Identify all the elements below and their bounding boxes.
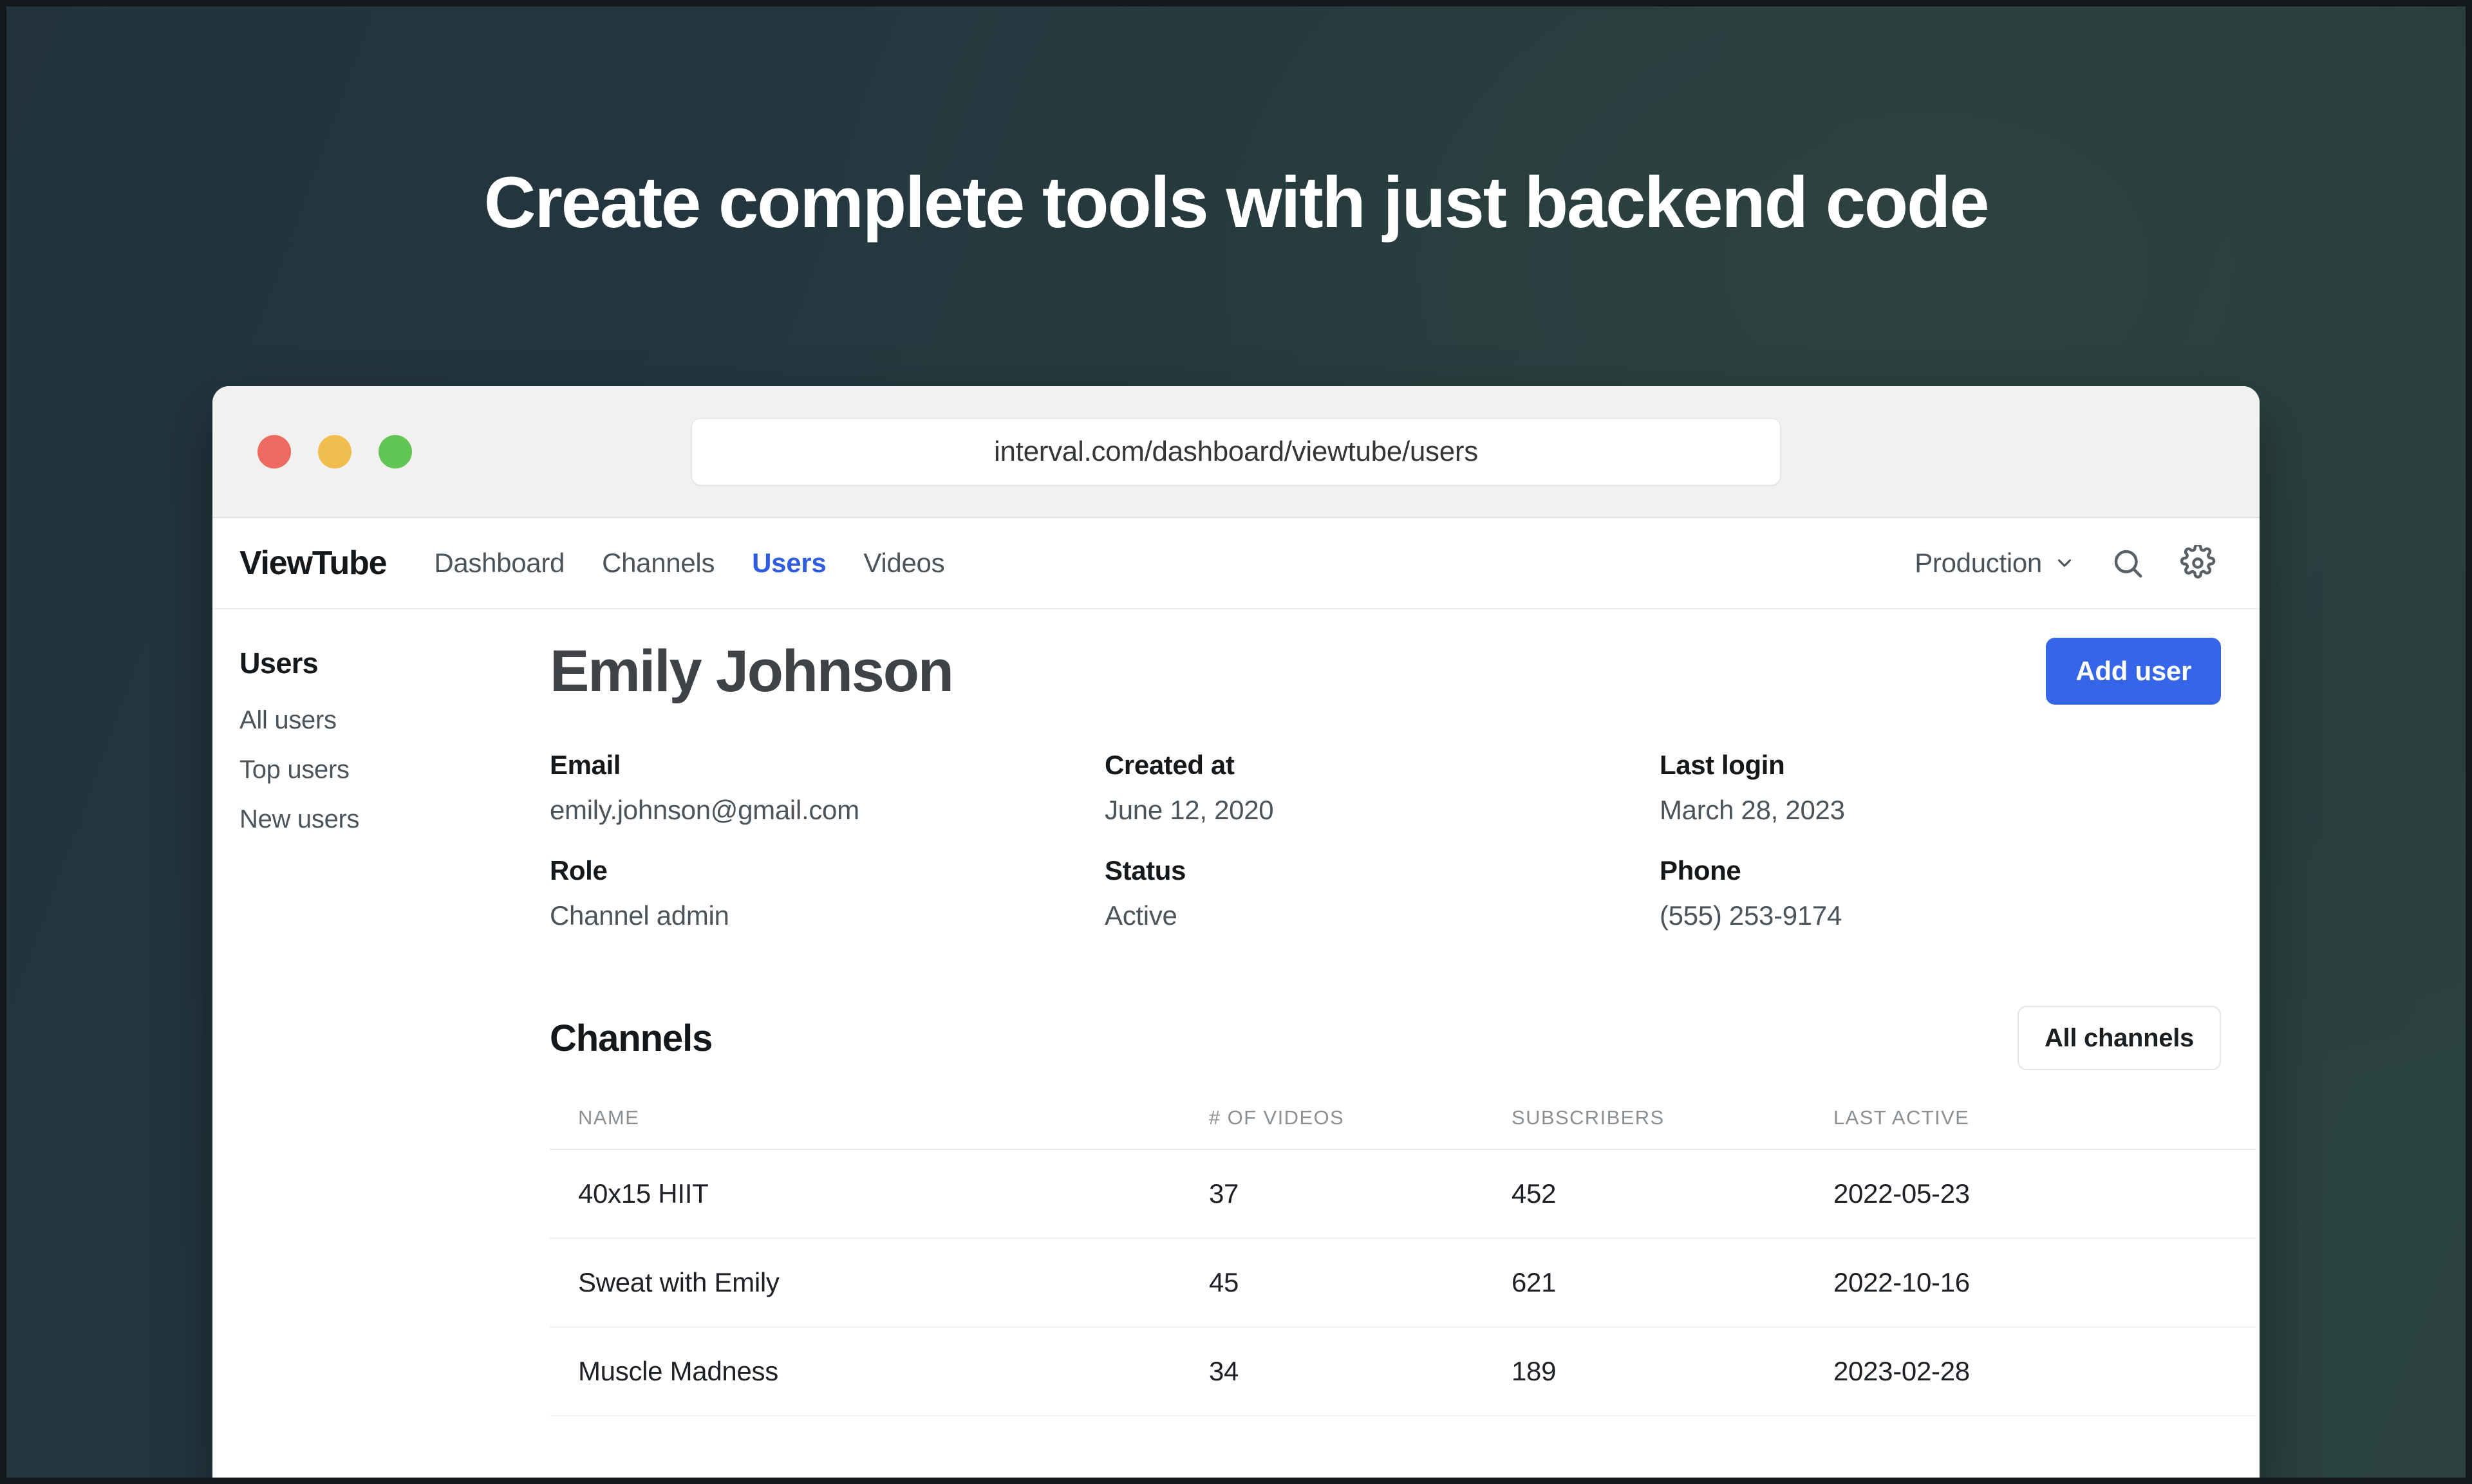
column-header-videos[interactable]: # OF VIDEOS [1181,1106,1483,1150]
maximize-window-button[interactable] [379,434,412,468]
user-detail-grid: Email emily.johnson@gmail.com Created at… [550,750,2221,931]
gear-icon[interactable] [2180,545,2216,581]
field-label-status: Status [1105,855,1186,886]
address-bar[interactable]: interval.com/dashboard/viewtube/users [691,418,1781,485]
cell-videos: 37 [1181,1149,1483,1239]
cell-last-active: 2023-02-28 [1805,1327,2256,1416]
cell-name: 40x15 HIIT [550,1149,1181,1239]
field-value-last-login: March 28, 2023 [1660,795,1845,825]
field-status: Status Active [1105,855,1660,931]
sidebar-title: Users [239,647,319,680]
field-label-role: Role [550,855,608,886]
field-label-created-at: Created at [1105,750,1235,780]
sidebar-item-top-users[interactable]: Top users [239,756,515,784]
cell-videos: 34 [1181,1327,1483,1416]
field-value-created-at: June 12, 2020 [1105,795,1274,825]
field-value-status: Active [1105,900,1177,931]
all-channels-button[interactable]: All channels [2017,1006,2221,1070]
field-created-at: Created at June 12, 2020 [1105,750,1660,826]
cell-subscribers: 189 [1483,1327,1805,1416]
field-role: Role Channel admin [550,855,1105,931]
cell-last-active: 2022-10-16 [1805,1238,2256,1328]
field-value-email: emily.johnson@gmail.com [550,795,859,825]
sidebar-item-all-users[interactable]: All users [239,706,515,735]
cell-name: Sweat with Emily [550,1238,1181,1328]
sidebar: Users All users Top users New users [212,609,515,1484]
environment-selector[interactable]: Production [1915,548,2075,579]
table-row[interactable]: 40x15 HIIT 37 452 2022-05-23 ••• [550,1149,2256,1239]
channels-section-header: Channels All channels [550,1006,2221,1070]
column-header-last-active[interactable]: LAST ACTIVE [1805,1106,2256,1150]
field-value-role: Channel admin [550,900,729,931]
cell-last-active: 2022-05-23 [1805,1149,2256,1239]
main-content: Emily Johnson Add user Email emily.johns… [515,609,2260,1484]
field-email: Email emily.johnson@gmail.com [550,750,1105,826]
channels-table: NAME # OF VIDEOS SUBSCRIBERS LAST ACTIVE… [550,1106,2256,1416]
address-bar-url: interval.com/dashboard/viewtube/users [994,435,1478,467]
sidebar-item-new-users[interactable]: New users [239,805,515,834]
cell-subscribers: 452 [1483,1149,1805,1239]
table-row[interactable]: Muscle Madness 34 189 2023-02-28 ••• [550,1327,2256,1416]
cell-name: Muscle Madness [550,1327,1181,1416]
page-header: Emily Johnson Add user [550,638,2221,705]
page-title: Emily Johnson [550,638,954,704]
browser-window: interval.com/dashboard/viewtube/users Vi… [212,386,2260,1484]
column-header-subscribers[interactable]: SUBSCRIBERS [1483,1106,1805,1150]
nav-item-channels[interactable]: Channels [602,548,715,579]
nav-item-videos[interactable]: Videos [863,548,944,579]
app-navbar: ViewTube Dashboard Channels Users Videos… [212,518,2260,609]
cell-subscribers: 621 [1483,1238,1805,1328]
field-last-login: Last login March 28, 2023 [1660,750,2221,826]
close-window-button[interactable] [258,434,291,468]
cell-videos: 45 [1181,1238,1483,1328]
app-body: Users All users Top users New users Emil… [212,609,2260,1484]
add-user-button[interactable]: Add user [2046,638,2221,705]
table-row[interactable]: Sweat with Emily 45 621 2022-10-16 ••• [550,1238,2256,1328]
traffic-light-group [258,434,412,468]
app-nav-links: Dashboard Channels Users Videos [434,548,944,579]
environment-label: Production [1915,548,2042,578]
browser-chrome-bar: interval.com/dashboard/viewtube/users [212,386,2260,518]
app-logo[interactable]: ViewTube [239,544,388,582]
hero-headline: Create complete tools with just backend … [483,162,1990,243]
channels-table-head: NAME # OF VIDEOS SUBSCRIBERS LAST ACTIVE [550,1106,2256,1150]
field-label-last-login: Last login [1660,750,1785,780]
nav-item-dashboard[interactable]: Dashboard [434,548,565,579]
nav-item-users[interactable]: Users [752,548,827,579]
column-header-name[interactable]: NAME [550,1106,1181,1150]
channels-table-body: 40x15 HIIT 37 452 2022-05-23 ••• Sweat w… [550,1149,2256,1416]
field-value-phone: (555) 253-9174 [1660,900,1842,931]
app-nav-right: Production [1915,545,2216,581]
channels-section-title: Channels [550,1017,713,1059]
minimize-window-button[interactable] [318,434,351,468]
table-header-row: NAME # OF VIDEOS SUBSCRIBERS LAST ACTIVE [550,1106,2256,1150]
field-label-email: Email [550,750,621,780]
field-label-phone: Phone [1660,855,1741,886]
search-icon[interactable] [2110,546,2145,580]
chevron-down-icon [2057,559,2072,567]
field-phone: Phone (555) 253-9174 [1660,855,2221,931]
